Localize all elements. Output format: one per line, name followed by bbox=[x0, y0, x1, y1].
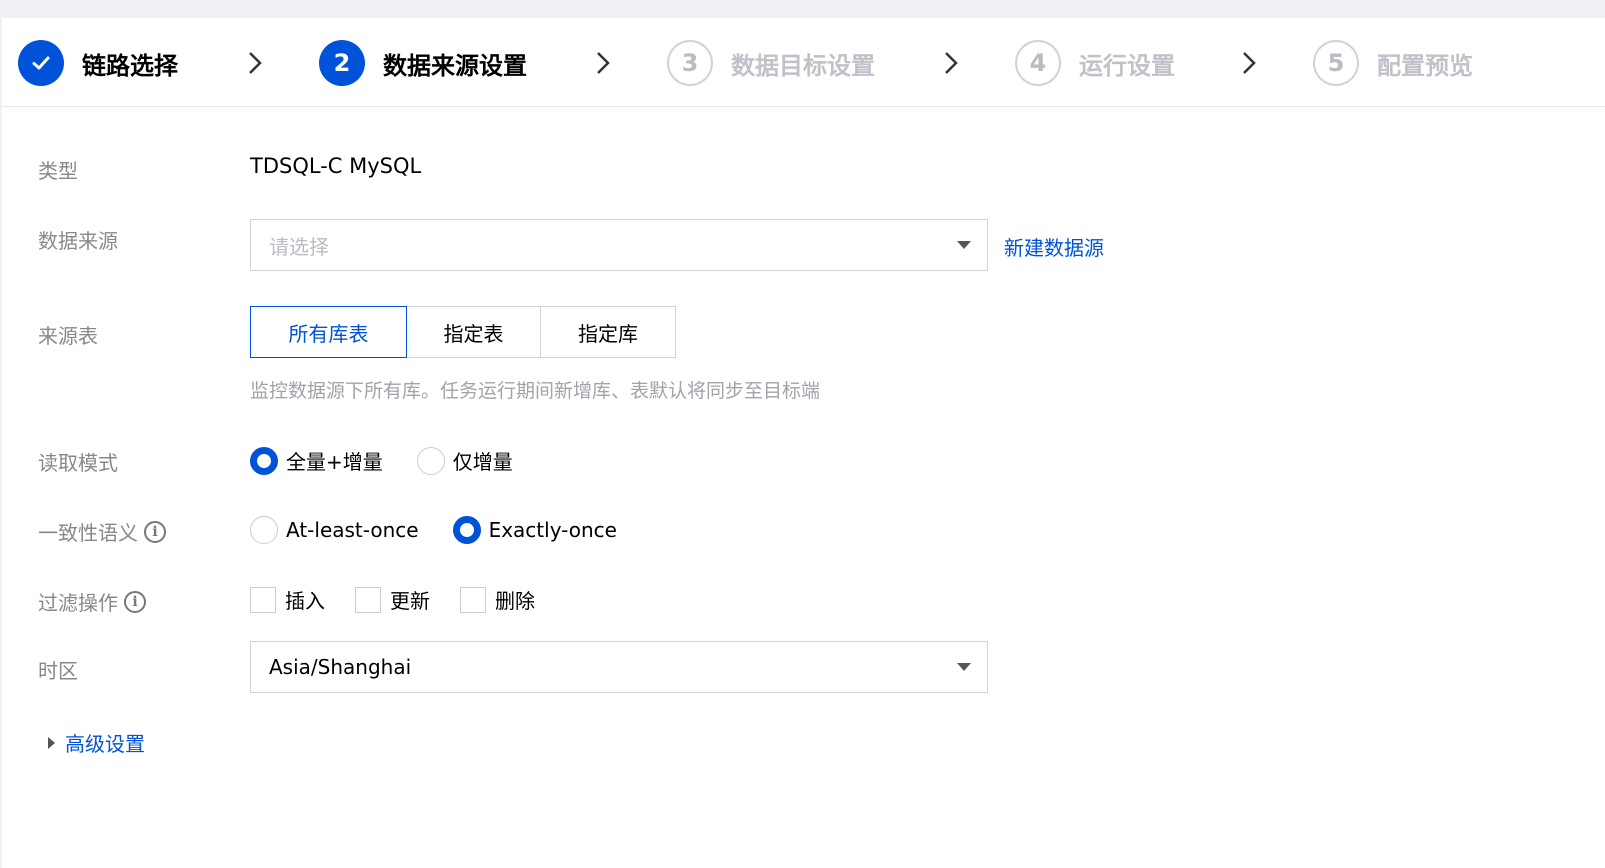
radio-label: 仅增量 bbox=[452, 450, 513, 474]
checkbox[interactable] bbox=[355, 586, 381, 613]
checkbox-label: 插入 bbox=[285, 589, 325, 613]
chevron-right-icon bbox=[1243, 52, 1256, 74]
step-label: 数据目标设置 bbox=[731, 51, 875, 80]
step-5[interactable]: 5 配置预览 bbox=[1313, 38, 1473, 88]
filter-ops-label-text: 过滤操作 bbox=[38, 591, 118, 615]
read-mode-full-incremental[interactable]: 全量+增量 bbox=[250, 446, 383, 475]
step-number: 3 bbox=[667, 40, 713, 86]
checkbox[interactable] bbox=[460, 586, 486, 613]
source-table-option-tables[interactable]: 指定表 bbox=[406, 306, 541, 358]
radio-checked[interactable] bbox=[452, 516, 481, 544]
step-number: 2 bbox=[319, 40, 365, 86]
step-4[interactable]: 4 运行设置 bbox=[1015, 38, 1175, 88]
checkbox[interactable] bbox=[250, 586, 276, 613]
source-select-placeholder: 请选择 bbox=[269, 234, 329, 259]
checkbox-label: 删除 bbox=[495, 589, 535, 613]
filter-delete-checkbox[interactable]: 删除 bbox=[460, 585, 535, 614]
step-number: 5 bbox=[1313, 40, 1359, 86]
step-1[interactable]: 链路选择 bbox=[18, 38, 178, 88]
read-mode-label: 读取模式 bbox=[38, 451, 118, 475]
source-table-label: 来源表 bbox=[38, 324, 98, 348]
filter-ops-checkbox-group: 插入 更新 删除 bbox=[250, 585, 565, 614]
step-3[interactable]: 3 数据目标设置 bbox=[667, 38, 875, 88]
advanced-settings-toggle[interactable]: 高级设置 bbox=[48, 728, 145, 757]
type-label: 类型 bbox=[38, 159, 78, 183]
timezone-label: 时区 bbox=[38, 659, 78, 683]
caret-right-icon bbox=[48, 736, 55, 749]
read-mode-incremental-only[interactable]: 仅增量 bbox=[416, 446, 513, 475]
step-2[interactable]: 2 数据来源设置 bbox=[319, 38, 527, 88]
consistency-radio-group: At-least-once Exactly-once bbox=[250, 516, 651, 544]
step-label: 运行设置 bbox=[1079, 51, 1175, 80]
radio-label: Exactly-once bbox=[488, 518, 617, 542]
source-select[interactable]: 请选择 bbox=[250, 219, 988, 271]
radio-checked[interactable] bbox=[250, 446, 278, 475]
radio-unchecked[interactable] bbox=[250, 516, 278, 544]
steps-bar: 链路选择 2 数据来源设置 3 数据目标设置 4 运行设置 5 配置预览 bbox=[2, 18, 1605, 107]
caret-down-icon bbox=[957, 241, 971, 249]
consistency-label: 一致性语义 i bbox=[38, 517, 166, 546]
step-number: 4 bbox=[1015, 40, 1061, 86]
filter-insert-checkbox[interactable]: 插入 bbox=[250, 585, 325, 614]
read-mode-radio-group: 全量+增量 仅增量 bbox=[250, 446, 547, 475]
source-table-option-databases[interactable]: 指定库 bbox=[540, 306, 676, 358]
info-icon[interactable]: i bbox=[124, 590, 146, 613]
advanced-settings-label: 高级设置 bbox=[65, 732, 145, 756]
source-table-help: 监控数据源下所有库。任务运行期间新增库、表默认将同步至目标端 bbox=[250, 380, 821, 402]
step-label: 链路选择 bbox=[82, 51, 178, 80]
type-value: TDSQL-C MySQL bbox=[250, 154, 422, 178]
source-label: 数据来源 bbox=[38, 229, 118, 253]
step-label: 配置预览 bbox=[1377, 51, 1473, 80]
form-panel: 链路选择 2 数据来源设置 3 数据目标设置 4 运行设置 5 配置预览 类型 … bbox=[2, 18, 1605, 868]
filter-update-checkbox[interactable]: 更新 bbox=[355, 585, 430, 614]
chevron-right-icon bbox=[249, 52, 262, 74]
new-source-link[interactable]: 新建数据源 bbox=[1004, 232, 1104, 261]
timezone-select-value: Asia/Shanghai bbox=[269, 655, 412, 679]
timezone-select[interactable]: Asia/Shanghai bbox=[250, 641, 988, 693]
filter-ops-label: 过滤操作 i bbox=[38, 587, 146, 616]
source-table-segmented: 所有库表 指定表 指定库 bbox=[250, 306, 676, 358]
radio-label: At-least-once bbox=[286, 518, 419, 542]
chevron-right-icon bbox=[945, 52, 958, 74]
info-icon[interactable]: i bbox=[144, 520, 166, 543]
radio-label: 全量+增量 bbox=[286, 450, 383, 474]
chevron-right-icon bbox=[597, 52, 610, 74]
consistency-exactly-once[interactable]: Exactly-once bbox=[452, 516, 617, 544]
consistency-label-text: 一致性语义 bbox=[38, 521, 138, 545]
source-table-option-all[interactable]: 所有库表 bbox=[250, 306, 407, 358]
checkbox-label: 更新 bbox=[390, 589, 430, 613]
step-label: 数据来源设置 bbox=[383, 51, 527, 80]
radio-unchecked[interactable] bbox=[416, 446, 445, 475]
consistency-at-least-once[interactable]: At-least-once bbox=[250, 516, 419, 544]
check-icon bbox=[18, 40, 64, 86]
caret-down-icon bbox=[957, 663, 971, 671]
